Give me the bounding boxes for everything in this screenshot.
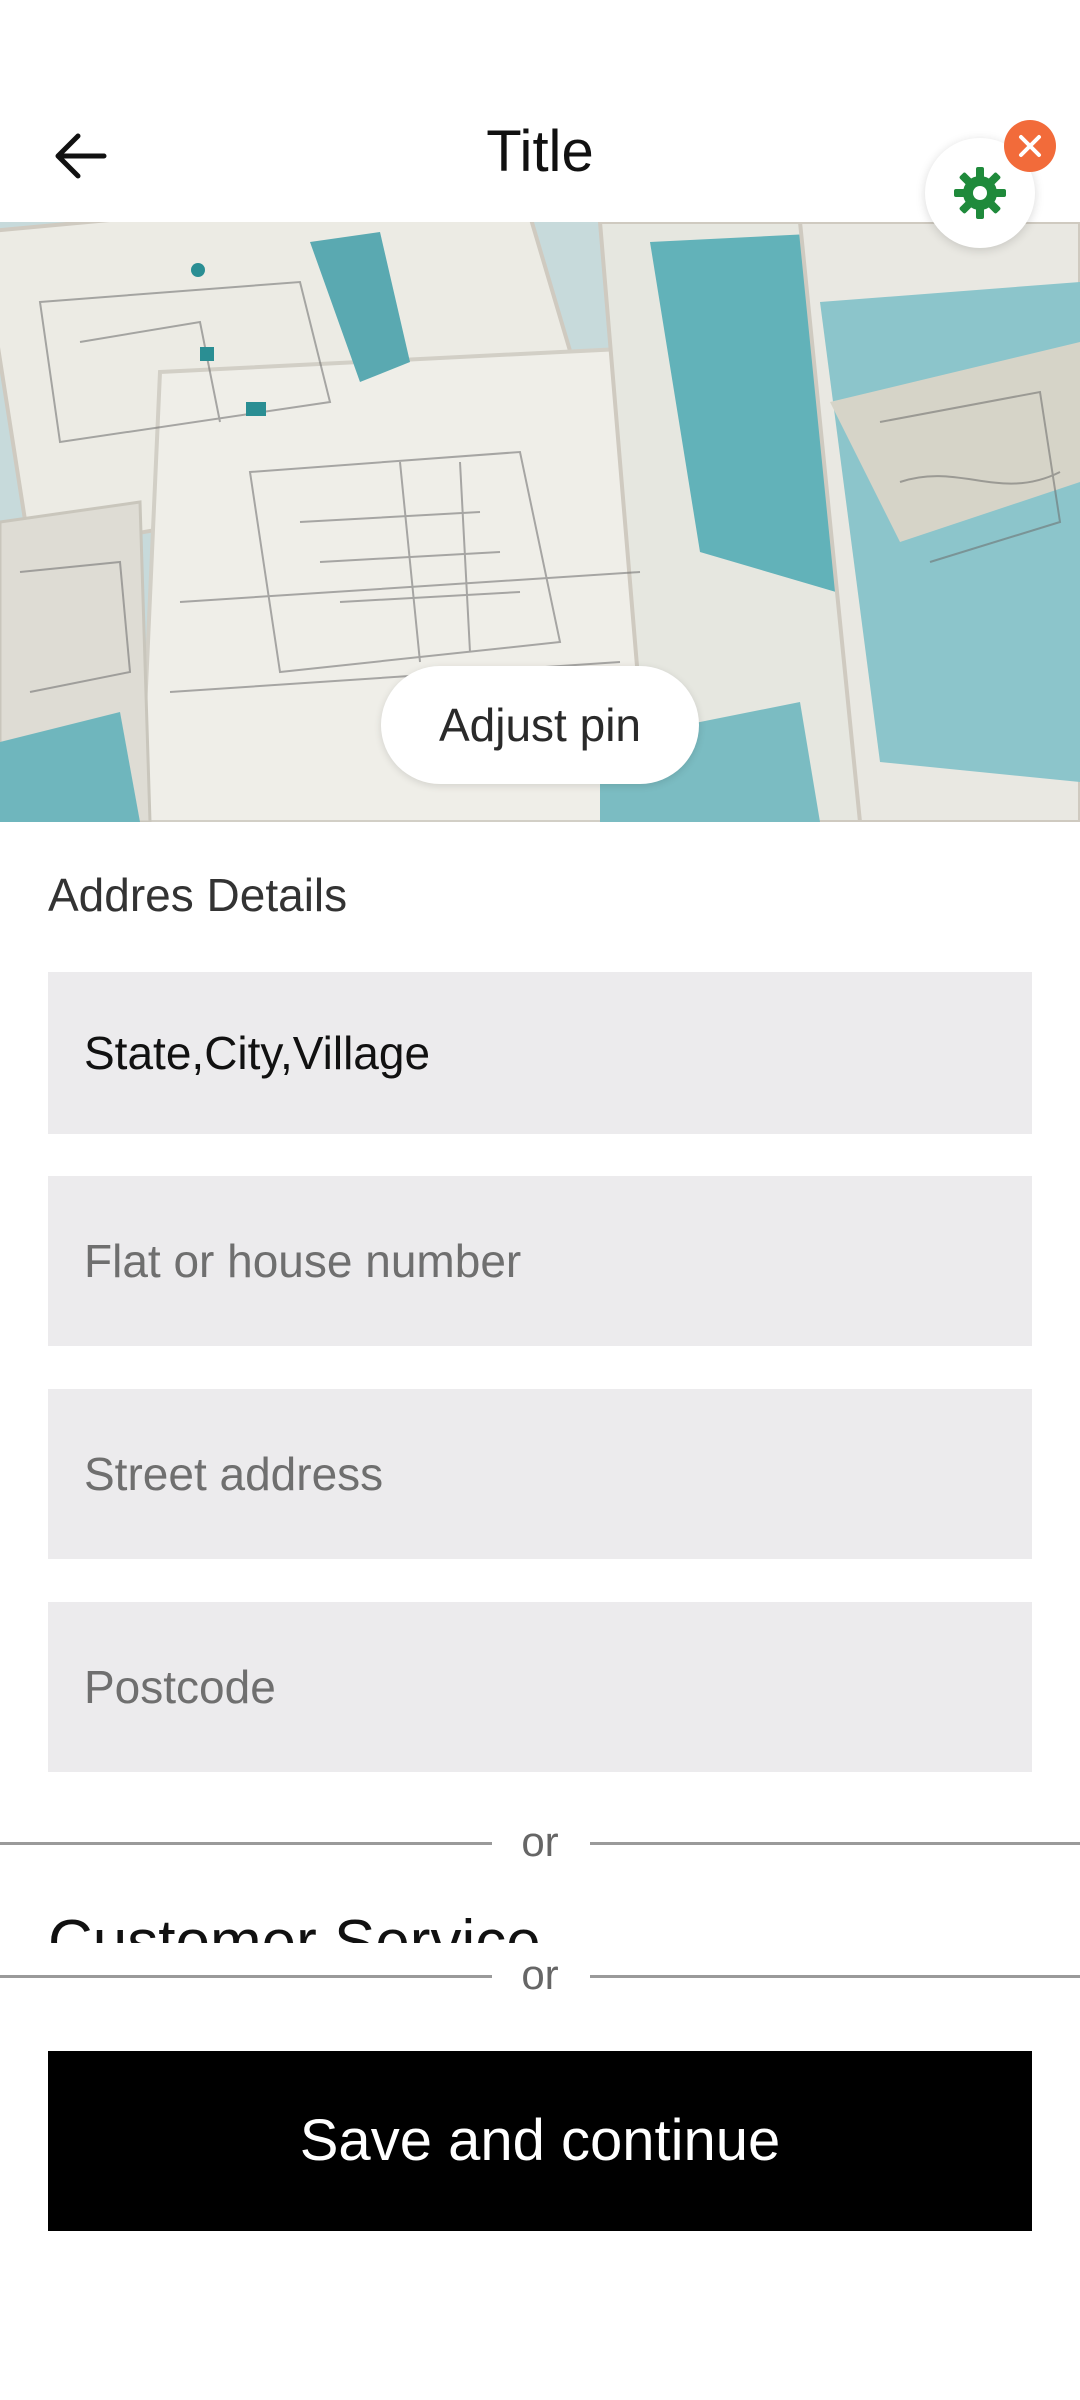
or-divider: or bbox=[0, 1945, 1080, 2005]
postcode-field[interactable]: Postcode bbox=[48, 1602, 1032, 1772]
postcode-placeholder: Postcode bbox=[84, 1661, 276, 1713]
or-divider: or bbox=[0, 1812, 1080, 1872]
location-field[interactable]: State,City,Village bbox=[48, 972, 1032, 1134]
or-label: or bbox=[521, 1951, 559, 1998]
close-button[interactable] bbox=[1004, 120, 1056, 172]
address-details-label: Addres Details bbox=[48, 869, 348, 921]
street-address-field[interactable]: Street address bbox=[48, 1389, 1032, 1559]
customer-service-heading: Customer Service bbox=[0, 1905, 1080, 1943]
adjust-pin-button[interactable]: Adjust pin bbox=[381, 666, 699, 784]
or-label: or bbox=[521, 1818, 559, 1865]
house-number-field[interactable]: Flat or house number bbox=[48, 1176, 1032, 1346]
gear-icon bbox=[954, 167, 1006, 219]
customer-service-label: Customer Service bbox=[48, 1908, 541, 1943]
house-number-placeholder: Flat or house number bbox=[84, 1235, 522, 1287]
top-app-bar: Title bbox=[0, 0, 1080, 222]
save-and-continue-button[interactable]: Save and continue bbox=[48, 2051, 1032, 2231]
street-address-placeholder: Street address bbox=[84, 1448, 384, 1500]
page-title: Title bbox=[486, 119, 594, 184]
close-icon bbox=[1019, 135, 1041, 157]
location-field-value: State,City,Village bbox=[84, 1027, 431, 1079]
